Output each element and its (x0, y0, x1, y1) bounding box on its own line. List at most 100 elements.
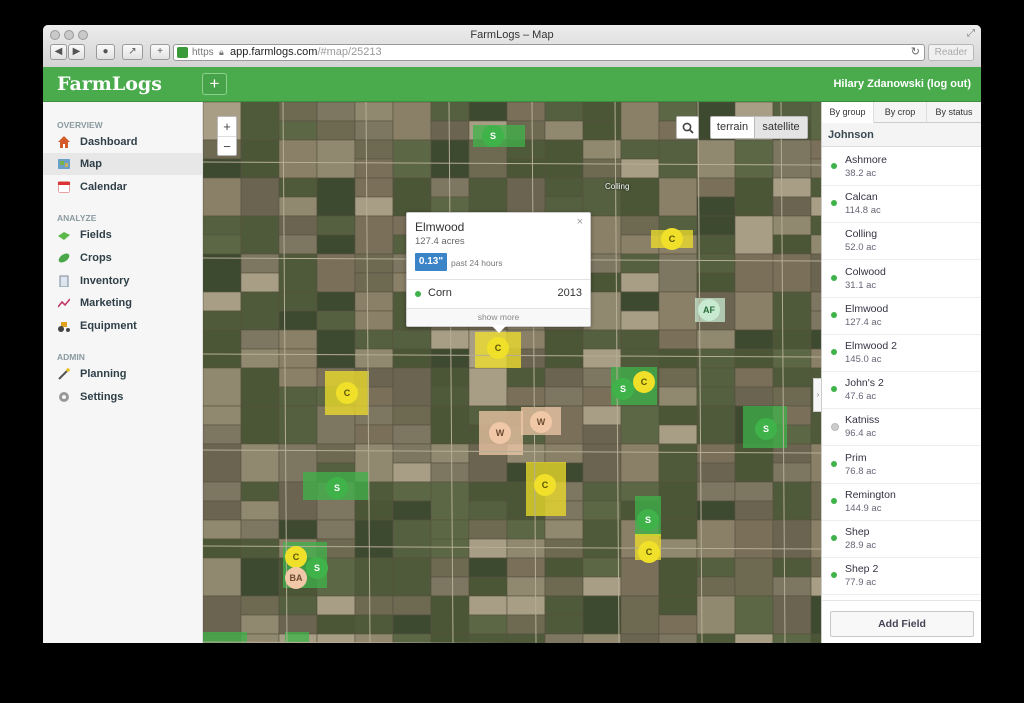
field-list-item[interactable]: Shep 2 77.9 ac (822, 557, 981, 596)
history-button[interactable]: ● (96, 44, 115, 60)
nav-label: Inventory (80, 275, 130, 287)
app-header: FarmLogs + Hilary Zdanowski (log out) (43, 67, 981, 102)
zoom-in-button[interactable]: + (218, 117, 236, 137)
section-overview: OVERVIEW (57, 120, 103, 130)
wand-icon (58, 368, 70, 380)
back-button[interactable]: ◀ (50, 44, 67, 60)
nav-item-crops[interactable]: Crops (43, 247, 202, 269)
field-acres: 52.0 ac (845, 242, 877, 254)
field-acres: 96.4 ac (845, 428, 877, 440)
map-view[interactable]: + − terrain satellite Colling S C AF C C… (203, 102, 821, 643)
map-icon (58, 159, 70, 169)
nav-item-fields[interactable]: Fields (43, 224, 202, 246)
add-field-button[interactable]: Add Field (830, 611, 974, 637)
field-marker[interactable]: C (487, 337, 509, 359)
tab-by-crop[interactable]: By crop (874, 102, 927, 123)
field-status-dot (831, 200, 837, 207)
reader-button[interactable]: Reader (928, 44, 974, 61)
address-bar[interactable]: https 🔒︎ app.farmlogs.com/#map/25213 ↻ (173, 44, 925, 61)
field-name: Prim (845, 451, 867, 464)
fullscreen-icon[interactable]: ⤢ (967, 28, 975, 39)
field-list-item[interactable]: Colling 52.0 ac (822, 222, 981, 261)
tab-by-group[interactable]: By group (822, 102, 874, 123)
field-list-item[interactable]: Ashmore 38.2 ac (822, 148, 981, 186)
field-marker[interactable]: S (637, 509, 659, 531)
search-icon (682, 122, 694, 134)
nav-item-inventory[interactable]: Inventory (43, 270, 202, 292)
popup-crop: Corn (428, 287, 452, 299)
calendar-icon (58, 181, 70, 193)
popup-field-acres: 127.4 acres (415, 236, 465, 247)
field-list-item[interactable]: Elmwood 127.4 ac (822, 297, 981, 335)
share-button[interactable]: ↗ (122, 44, 143, 60)
inventory-icon (59, 275, 69, 287)
nav-item-planning[interactable]: Planning (43, 363, 202, 385)
url-scheme: https (192, 47, 214, 58)
field-list-item[interactable]: Elmwood 2 145.0 ac (822, 334, 981, 372)
field-list-item[interactable]: Katniss 96.4 ac (822, 408, 981, 447)
nav-item-settings[interactable]: Settings (43, 386, 202, 408)
field-marker[interactable]: S (326, 477, 348, 499)
field-list-item[interactable]: John's 2 47.6 ac (822, 371, 981, 410)
nav-item-equipment[interactable]: Equipment (43, 315, 202, 337)
nav-item-calendar[interactable]: Calendar (43, 176, 202, 198)
field-list-item[interactable]: Remington 144.9 ac (822, 483, 981, 521)
nav-label: Planning (80, 368, 127, 380)
field-status-dot (831, 572, 837, 579)
field-marker[interactable]: C (336, 382, 358, 404)
field-list-item[interactable]: Prim 76.8 ac (822, 446, 981, 484)
field-status-dot (831, 163, 837, 169)
lock-icon: 🔒︎ (219, 47, 224, 57)
share-icon: ↗ (128, 46, 137, 57)
app-logo[interactable]: FarmLogs (57, 73, 162, 95)
field-acres: 77.9 ac (845, 577, 877, 589)
nav-item-marketing[interactable]: Marketing (43, 292, 202, 314)
field-marker[interactable]: C (661, 228, 683, 250)
map-search-button[interactable] (676, 116, 699, 139)
nav-item-dashboard[interactable]: Dashboard (43, 131, 202, 153)
house-icon (58, 136, 70, 148)
nav-label: Map (80, 158, 102, 170)
sidebar: OVERVIEW Dashboard Map Calendar ANALYZE … (43, 102, 203, 643)
field-marker[interactable]: S (482, 125, 504, 147)
popup-close-button[interactable]: × (577, 216, 583, 228)
chart-icon (58, 298, 70, 308)
field-status-dot (831, 386, 837, 393)
forward-button[interactable]: ▶ (68, 44, 85, 60)
zoom-out-button[interactable]: − (218, 137, 236, 156)
nav-label: Equipment (80, 320, 137, 332)
field-list-item[interactable]: Colwood 31.1 ac (822, 260, 981, 298)
field-marker[interactable]: C (638, 541, 660, 563)
field-marker[interactable]: W (489, 422, 511, 444)
reload-icon[interactable]: ↻ (911, 45, 920, 60)
field-marker[interactable]: S (612, 378, 634, 400)
tab-by-status[interactable]: By status (927, 102, 981, 123)
forward-arrow-icon: ▶ (72, 46, 81, 57)
field-marker[interactable]: C (633, 371, 655, 393)
nav-label: Dashboard (80, 136, 138, 148)
field-list-item[interactable]: Calcan 114.8 ac (822, 185, 981, 224)
nav-item-map[interactable]: Map (43, 153, 202, 175)
field-marker[interactable]: BA (285, 567, 307, 589)
satellite-button[interactable]: satellite (754, 116, 808, 139)
gear-icon (59, 392, 69, 402)
terrain-button[interactable]: terrain (710, 116, 755, 139)
show-more-link[interactable]: show more (407, 308, 590, 326)
add-button[interactable]: + (202, 73, 227, 95)
field-marker[interactable]: C (534, 474, 556, 496)
field-marker[interactable]: S (306, 557, 328, 579)
nav-label: Calendar (80, 181, 128, 193)
field-marker[interactable]: C (285, 546, 307, 568)
collapse-panel-handle[interactable]: › (813, 378, 821, 412)
user-logout-link[interactable]: Hilary Zdanowski (log out) (833, 78, 971, 90)
field-acres: 76.8 ac (845, 465, 877, 477)
field-marker[interactable]: S (755, 418, 777, 440)
field-name: Remington (845, 488, 896, 501)
field-name: Colling (845, 228, 878, 241)
field-list-item[interactable]: Shep 28.9 ac (822, 520, 981, 558)
new-tab-button[interactable]: + (150, 44, 170, 60)
field-status-dot (831, 311, 837, 318)
field-marker[interactable]: W (530, 411, 552, 433)
title-bar: FarmLogs – Map ⤢ ◀ ▶ ● ↗ + https 🔒︎ app.… (43, 25, 981, 68)
field-marker[interactable]: AF (698, 299, 720, 321)
